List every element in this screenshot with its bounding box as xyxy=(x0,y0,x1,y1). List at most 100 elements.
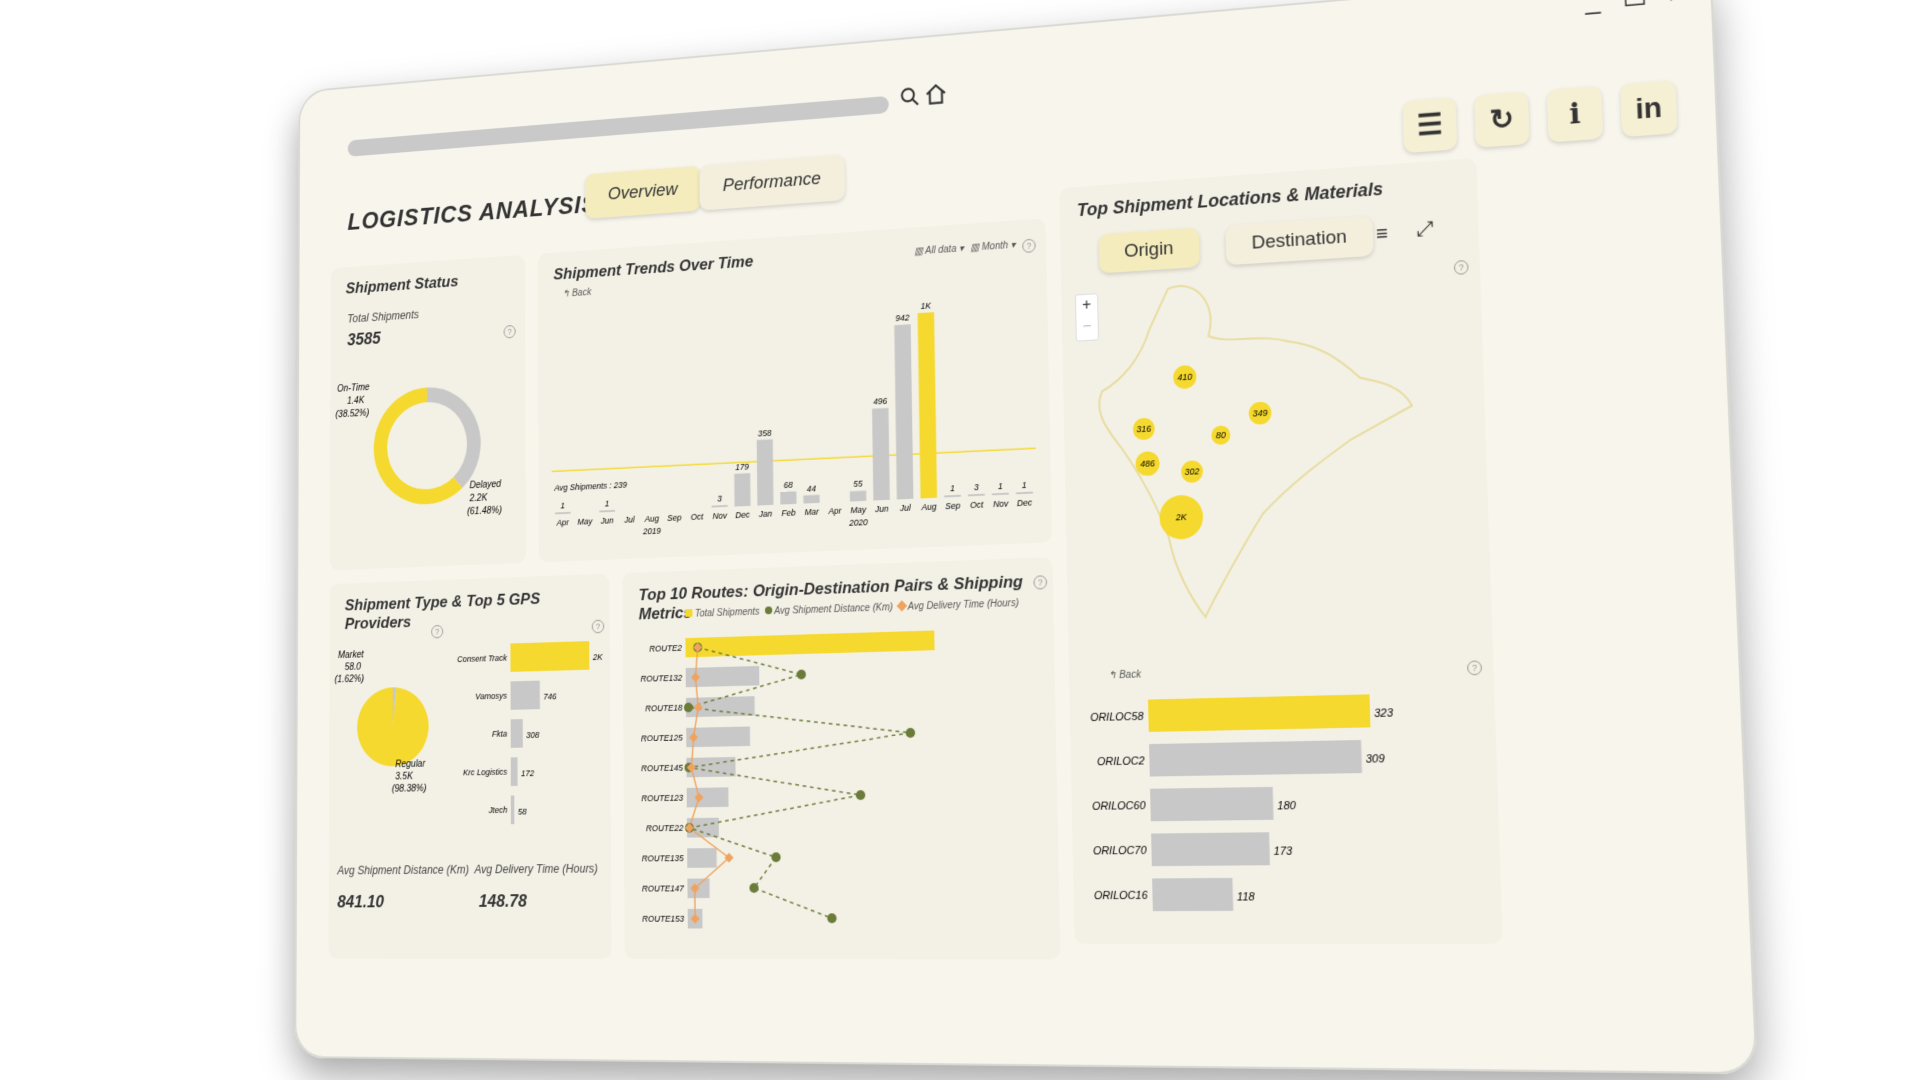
origin-bar[interactable] xyxy=(1149,739,1363,777)
trend-x-tick: Apr xyxy=(827,505,842,516)
distance-point[interactable] xyxy=(905,727,916,738)
route-bar[interactable] xyxy=(685,630,935,658)
trend-bar[interactable] xyxy=(826,501,843,503)
origin-bar[interactable] xyxy=(1150,786,1274,822)
kpi-distance-label: Avg Shipment Distance (Km) xyxy=(337,862,470,878)
origin-bar-value: 118 xyxy=(1237,892,1255,904)
filter-month[interactable]: ▥ Month ▾ xyxy=(970,240,1015,254)
route-bar[interactable] xyxy=(687,848,717,868)
delivery-line xyxy=(688,647,730,919)
origin-bar[interactable] xyxy=(1152,877,1234,912)
trend-bar[interactable] xyxy=(872,407,890,501)
donut-slice-on-time[interactable] xyxy=(427,392,474,484)
gps-bar-value: 2K xyxy=(592,652,603,662)
route-category-label: ROUTE135 xyxy=(642,853,684,864)
tab-destination[interactable]: Destination xyxy=(1225,215,1374,266)
trend-bar[interactable] xyxy=(689,507,705,509)
shipment-trends-chart: Avg Shipments : 239 1 Apr May 1 Jun Jul Aug Sep… xyxy=(538,300,1052,536)
trend-x-tick: Sep xyxy=(667,512,682,523)
distance-point[interactable] xyxy=(827,913,837,924)
gps-category-label: Vamosys xyxy=(475,690,508,701)
trend-bar[interactable] xyxy=(666,508,683,510)
gps-bar[interactable] xyxy=(510,680,540,710)
ontime-label: On-Time xyxy=(337,382,369,394)
tab-performance[interactable]: Performance xyxy=(699,154,845,211)
route-category-label: ROUTE125 xyxy=(641,732,683,743)
donut-slice-delayed[interactable] xyxy=(380,393,457,499)
trend-bar[interactable] xyxy=(756,439,774,506)
filter-sliders-icon[interactable]: ☰ xyxy=(1402,97,1458,154)
tab-overview[interactable]: Overview xyxy=(585,165,701,219)
origin-bar[interactable] xyxy=(1151,832,1270,867)
info-icon[interactable]: i xyxy=(1546,85,1604,143)
help-icon[interactable]: ? xyxy=(1466,660,1483,676)
trend-bar[interactable] xyxy=(711,504,728,508)
trend-bar[interactable] xyxy=(599,509,615,513)
route-category-label: ROUTE153 xyxy=(642,913,684,924)
help-icon[interactable]: ? xyxy=(503,324,516,339)
trend-bar[interactable] xyxy=(803,494,820,504)
trend-bar-label: 3 xyxy=(717,493,722,503)
route-category-label: ROUTE145 xyxy=(641,762,683,773)
gps-bar-value: 172 xyxy=(521,768,534,778)
distance-point[interactable] xyxy=(771,852,781,863)
trend-x-tick: Aug xyxy=(644,513,660,524)
gps-bar[interactable] xyxy=(510,641,590,672)
trend-bar[interactable] xyxy=(991,492,1009,496)
trend-bar[interactable] xyxy=(780,491,797,505)
close-button[interactable]: ✕ xyxy=(1658,0,1696,12)
trend-x-tick: Nov xyxy=(713,510,728,521)
stage: _ ☐ ✕ LOGISTICS ANALYSIS Overview Perfor… xyxy=(0,0,1920,1080)
trend-bar[interactable] xyxy=(621,510,638,512)
locations-back-link[interactable]: ↰ Back xyxy=(1108,669,1141,681)
trend-bar[interactable] xyxy=(894,324,914,500)
trend-x-tick: Nov xyxy=(993,498,1009,509)
refresh-icon[interactable]: ↻ xyxy=(1474,91,1530,148)
trend-bar[interactable] xyxy=(968,493,985,497)
origin-bar-value: 323 xyxy=(1374,708,1394,721)
help-icon[interactable]: ? xyxy=(1022,238,1036,254)
distance-point[interactable] xyxy=(796,669,807,680)
kpi-distance-value: 841.10 xyxy=(337,892,385,912)
map-bubble-label: 2K xyxy=(1175,511,1188,522)
home-icon[interactable] xyxy=(924,81,949,108)
trend-bar[interactable] xyxy=(944,494,961,498)
origin-bar-value: 309 xyxy=(1366,753,1386,765)
search-icon[interactable] xyxy=(898,84,922,111)
market-pct: (1.62%) xyxy=(335,674,364,685)
trend-bar[interactable] xyxy=(644,509,660,511)
trend-bar[interactable] xyxy=(849,490,867,502)
gps-bar[interactable] xyxy=(510,795,515,825)
shipment-type-pie: Market 58.0 (1.62%) Regular 3.5K (98.38%… xyxy=(335,649,429,794)
kpi-delivery-value: 148.78 xyxy=(478,891,527,911)
gps-bar-value: 746 xyxy=(543,691,556,701)
route-bar[interactable] xyxy=(686,787,729,808)
expand-icon[interactable]: ⤢ xyxy=(1416,218,1433,242)
filter-all-data[interactable]: ▥ All data ▾ xyxy=(914,243,964,257)
gps-bar[interactable] xyxy=(510,719,523,748)
total-shipments-label: Total Shipments xyxy=(347,307,419,326)
filter-icon[interactable]: ≡ xyxy=(1376,223,1389,247)
trend-bar-label: 1 xyxy=(561,500,565,510)
legend-swatch-shipments xyxy=(685,609,693,617)
trend-bar[interactable] xyxy=(577,512,593,514)
gps-category-label: Jtech xyxy=(488,805,508,815)
shiptype-title: Shipment Type & Top 5 GPS Providers xyxy=(344,589,541,633)
top-routes-card: Top 10 Routes: Origin-Destination Pairs … xyxy=(622,557,1061,960)
tab-origin[interactable]: Origin xyxy=(1098,227,1200,274)
maximize-button[interactable]: ☐ xyxy=(1616,0,1653,15)
distance-point[interactable] xyxy=(855,790,866,801)
shipment-trends-card: Shipment Trends Over Time ↰ Back ▥ All d… xyxy=(537,218,1053,563)
minimize-button[interactable]: _ xyxy=(1574,0,1611,19)
shipment-type-card: Shipment Type & Top 5 GPS Providers ? ? … xyxy=(328,573,612,959)
origin-bar[interactable] xyxy=(1148,694,1371,732)
trend-bar[interactable] xyxy=(555,511,571,515)
gps-bar[interactable] xyxy=(510,757,518,787)
gps-category-label: Fkta xyxy=(492,728,508,738)
trend-bar[interactable] xyxy=(734,473,751,507)
trend-bar[interactable] xyxy=(1016,491,1033,495)
linkedin-icon[interactable]: in xyxy=(1620,79,1678,138)
trend-bar[interactable] xyxy=(917,312,938,499)
shipment-status-card: Shipment Status Total Shipments 3585 ? O… xyxy=(329,254,526,571)
origin-bar-chart: ORILOC58 323 ORILOC2 309 ORILOC60 180 ORILOC70… xyxy=(1090,694,1394,912)
